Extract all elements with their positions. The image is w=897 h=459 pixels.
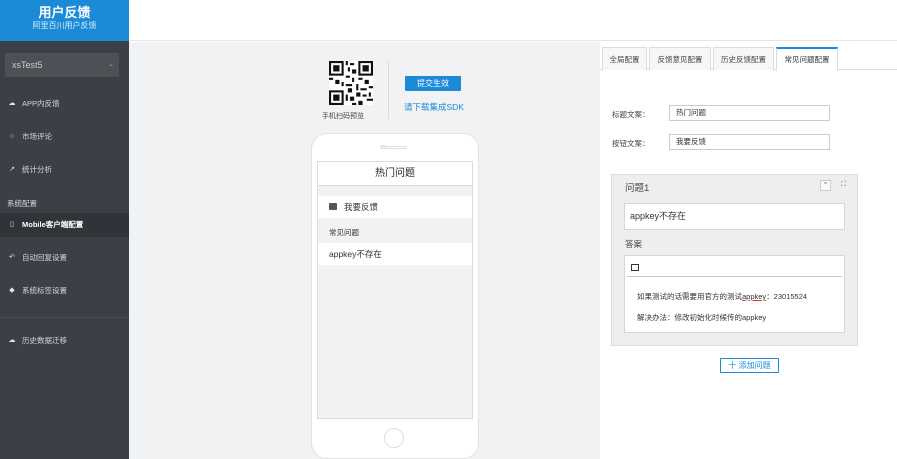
sidebar-item-statistics[interactable]: ↗ 统计分析: [0, 158, 129, 182]
collapse-icon[interactable]: ⌃: [820, 180, 831, 191]
sidebar-item-system-tags[interactable]: ◆ 系统标签设置: [0, 279, 129, 303]
phone-section-label: 常见问题: [329, 228, 359, 237]
speaker-icon: [381, 146, 407, 149]
question-title: 问题1: [625, 183, 650, 194]
cloud-icon: ☁: [8, 100, 16, 107]
answer-line-1: 如果测试的话需要用官方的测试appkey：23015524: [637, 291, 807, 302]
divider: [388, 61, 389, 119]
sidebar-item-mobile-config[interactable]: ▯ Mobile客户端配置: [0, 213, 129, 237]
tag-icon: ◆: [9, 287, 15, 294]
brand-title: 用户反馈: [38, 5, 91, 20]
answer-line-2: 解决办法：修改初始化时候传的appkey: [637, 313, 767, 322]
app-select[interactable]: xsTest5 ⌄: [5, 53, 119, 77]
tab-feedback-config[interactable]: 反馈意见配置: [649, 47, 711, 70]
title-text-label: 标题文案：: [612, 110, 650, 119]
title-text-input[interactable]: 热门问题: [669, 105, 830, 121]
sidebar-item-label: Mobile客户端配置: [22, 220, 84, 229]
mobile-icon: ▯: [10, 221, 14, 228]
insert-image-icon[interactable]: [631, 264, 639, 271]
add-question-button[interactable]: 十 添加问题: [720, 358, 779, 373]
answer-label: 答案: [625, 239, 643, 249]
message-icon: [329, 203, 337, 210]
phone-feedback-row: 我要反馈: [318, 196, 472, 218]
nav-section-system-config: 系统配置: [7, 199, 37, 208]
sidebar-item-label: 系统标签设置: [22, 286, 67, 295]
phone-screen-title: 热门问题: [318, 162, 472, 186]
answer-appkey-word: appkey: [742, 292, 767, 301]
cloud-upload-icon: ☁: [8, 337, 16, 344]
phone-question-item: appkey不存在: [318, 243, 472, 265]
sidebar-item-label: 统计分析: [22, 165, 52, 174]
sidebar-item-app-feedback[interactable]: ☁ APP内反馈: [0, 92, 129, 116]
sidebar-item-auto-reply[interactable]: ↶ 自动回复设置: [0, 246, 129, 270]
phone-feedback-label: 我要反馈: [344, 202, 379, 212]
app-select-value: xsTest5: [12, 60, 43, 70]
sidebar-item-label: APP内反馈: [22, 99, 60, 108]
sidebar-item-label: 市场评论: [22, 132, 52, 141]
tab-global-config[interactable]: 全局配置: [602, 47, 647, 70]
answer-text: ：23015524: [766, 292, 808, 301]
editor-toolbar: [627, 261, 842, 277]
sidebar-item-data-migration[interactable]: ☁ 历史数据迁移: [0, 329, 129, 353]
home-button-icon: [384, 428, 404, 448]
tab-faq-config[interactable]: 常见问题配置: [776, 47, 838, 71]
sidebar-item-market-reviews[interactable]: ○ 市场评论: [0, 125, 129, 149]
reply-icon: ↶: [9, 254, 15, 261]
tab-history-config[interactable]: 历史反馈配置: [713, 47, 774, 70]
button-text-input[interactable]: 我要反馈: [669, 134, 830, 150]
question-input[interactable]: appkey不存在: [624, 203, 845, 230]
button-text-label: 按钮文案：: [612, 139, 650, 148]
fullscreen-icon[interactable]: ⛶: [838, 180, 849, 191]
line-chart-icon: ↗: [9, 166, 15, 173]
sdk-download-link[interactable]: 请下载集成SDK: [404, 101, 464, 113]
answer-text: 如果测试的话需要用官方的测试: [637, 292, 742, 301]
sidebar-item-label: 自动回复设置: [22, 253, 67, 262]
chat-bubble-icon: ○: [9, 133, 15, 140]
qr-code-icon: [329, 61, 373, 105]
qr-caption: 手机扫码预览: [322, 113, 364, 120]
top-bar: [129, 0, 897, 41]
sidebar-item-label: 历史数据迁移: [22, 336, 67, 345]
submit-button[interactable]: 提交生效: [405, 76, 461, 91]
nav-divider: [0, 317, 129, 318]
chevron-down-icon: ⌄: [108, 61, 114, 68]
brand-header: 用户反馈 阿里百川用户反馈: [0, 0, 129, 41]
brand-subtitle: 阿里百川用户反馈: [32, 21, 97, 30]
